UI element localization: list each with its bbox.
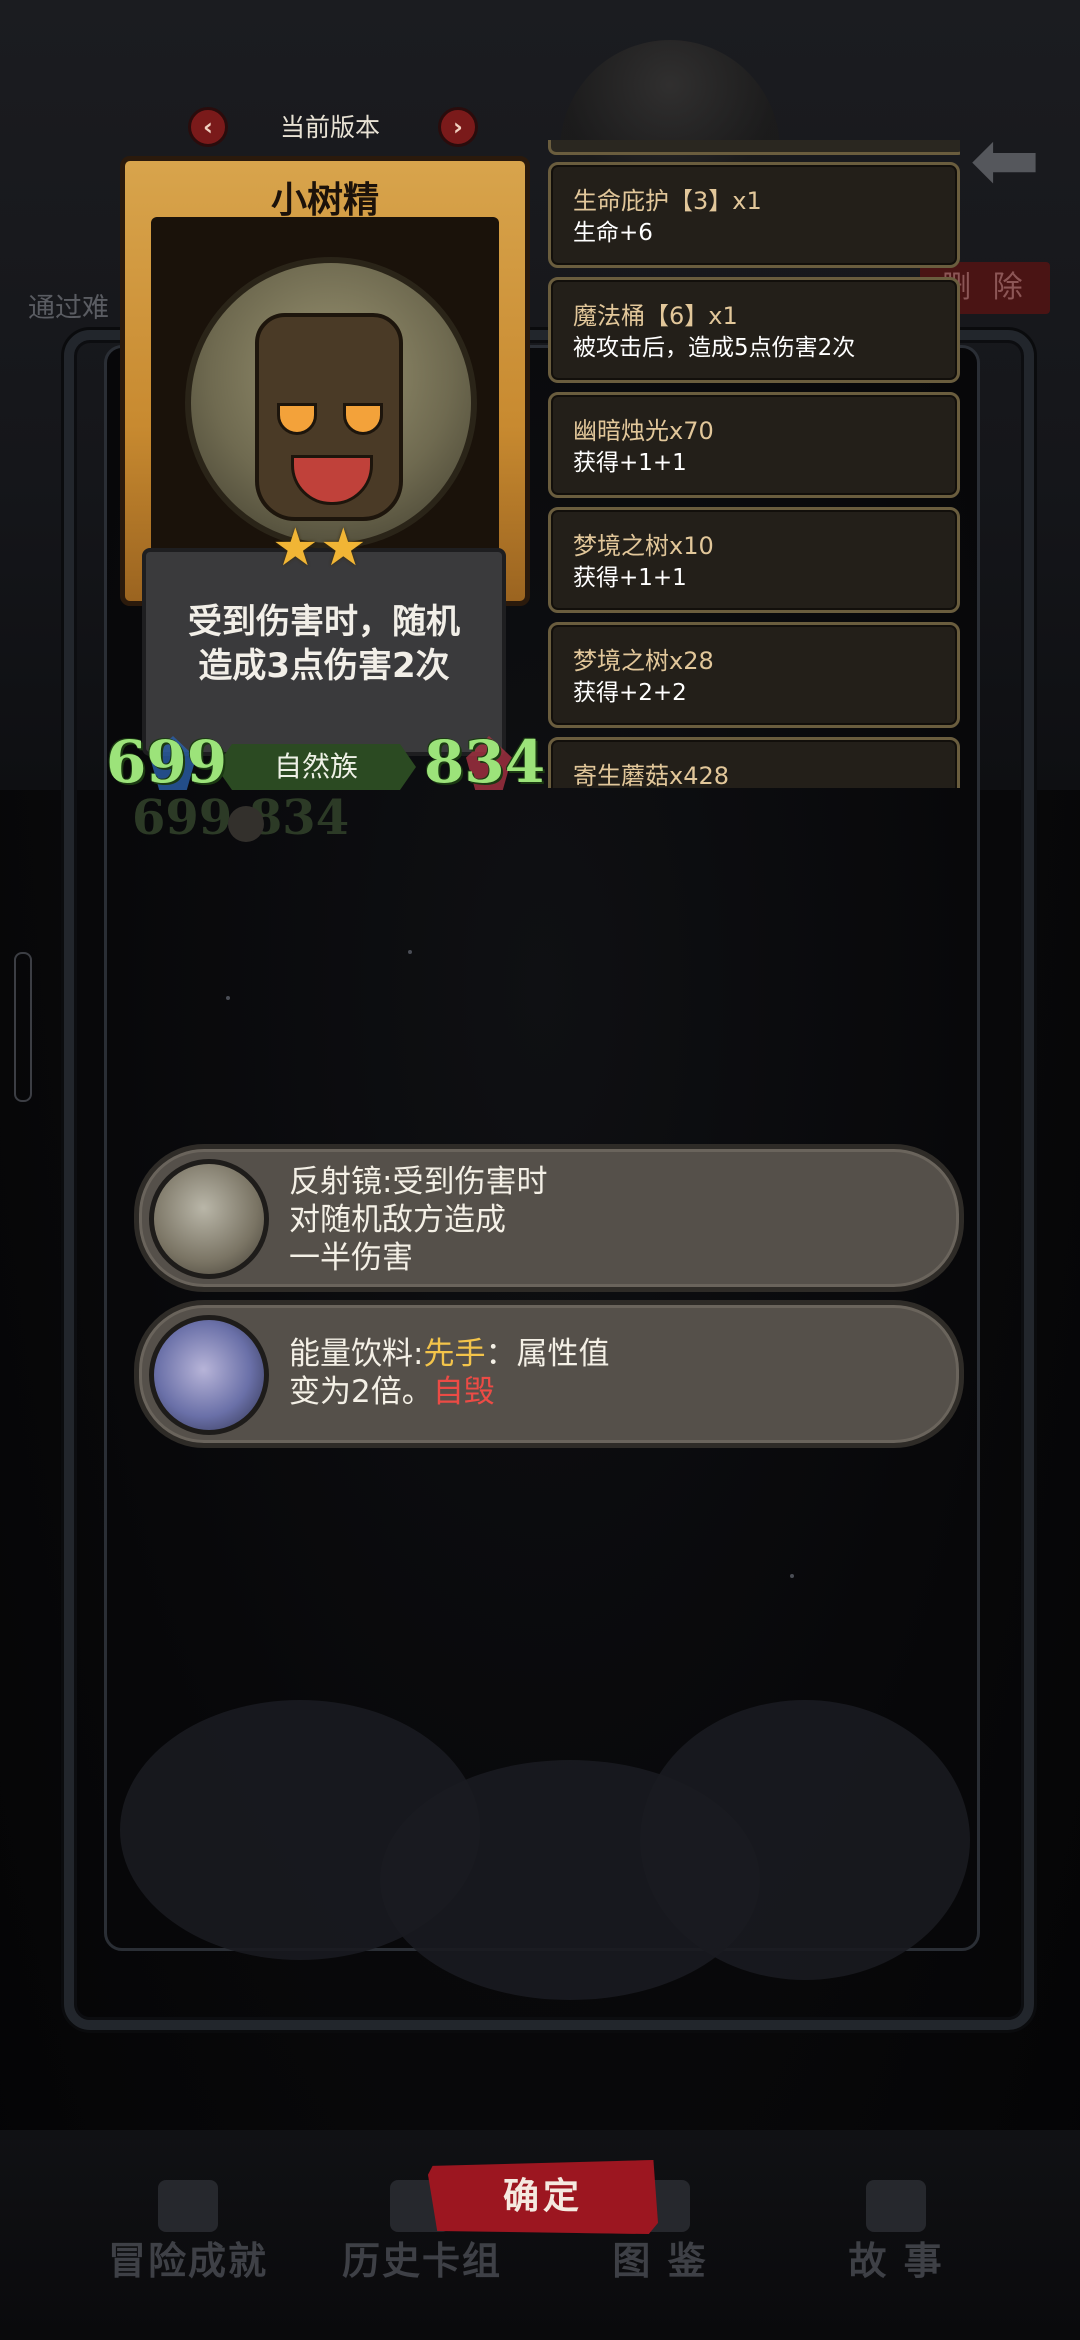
version-label: 当前版本 — [279, 113, 380, 142]
relic-line: 能量饮料:先手：属性值 — [289, 1335, 929, 1373]
card-description: 受到伤害时，随机 造成3点伤害2次 — [146, 600, 502, 688]
mirror-icon — [149, 1159, 269, 1279]
relic-name: 能量饮料: — [289, 1336, 424, 1372]
relic-text-line2: 变为2倍。 — [289, 1374, 433, 1410]
card-art — [151, 217, 499, 567]
back-arrow-icon[interactable]: ⬅ — [970, 118, 1040, 202]
keyword-first-strike: 先手 — [423, 1336, 486, 1372]
nav-achievements[interactable]: 冒险成就 — [88, 2230, 288, 2285]
card-description-line2: 造成3点伤害2次 — [198, 646, 450, 686]
version-next-button[interactable]: › — [438, 107, 478, 147]
card-title: 小树精 — [270, 180, 379, 221]
relic-description: 能量饮料:先手：属性值 变为2倍。自毁 — [289, 1335, 929, 1411]
list-item: 梦境之树x28 获得+2+2 — [548, 622, 960, 728]
effect-desc: 获得+1+1 — [573, 450, 687, 476]
effect-desc: 获得+1+1 — [573, 565, 687, 591]
difficulty-label: 通过难 — [28, 293, 109, 324]
cloud-decoration — [640, 1700, 970, 1980]
race-label: 自然族 — [273, 750, 358, 783]
trophy-icon — [158, 2180, 218, 2232]
list-item: 寄生蘑菇x428 — [548, 737, 960, 788]
effect-desc: 被攻击后，造成5点伤害2次 — [573, 335, 856, 361]
effect-name: 寄生蘑菇x428 — [573, 762, 730, 788]
list-item: 魔法桶【6】x1 被攻击后，造成5点伤害2次 — [548, 277, 960, 383]
effect-desc: 生命+6 — [573, 220, 653, 246]
eye-icon — [277, 403, 317, 435]
effect-name: 魔法桶【6】x1 — [573, 302, 738, 330]
effect-name: 梦境之树x10 — [573, 532, 714, 560]
game-screen: ⬅ 删 除 通过难 ‹ 当前版本 › 小树精 受到伤害时，随机 造成3点伤害2次… — [0, 0, 1080, 2340]
card-footer: 自然族 699 834 — [106, 728, 545, 796]
relic-description: 反射镜:受到伤害时 对随机敌方造成 一半伤害 — [289, 1163, 929, 1277]
star-dot — [226, 996, 230, 1000]
nav-codex[interactable]: 图 鉴 — [560, 2230, 760, 2285]
relic-line: 反射镜:受到伤害时 — [289, 1164, 548, 1200]
attack-value: 699 — [106, 728, 228, 796]
star-dot — [790, 1574, 794, 1578]
story-icon — [866, 2180, 926, 2232]
effect-name: 梦境之树x28 — [573, 647, 714, 675]
list-item: 梦境之树x10 获得+1+1 — [548, 507, 960, 613]
relic-line: 变为2倍。自毁 — [289, 1373, 929, 1411]
relic-row-mirror[interactable]: 反射镜:受到伤害时 对随机敌方造成 一半伤害 — [134, 1144, 964, 1292]
nav-story[interactable]: 故 事 — [796, 2230, 996, 2285]
star-icon: ★ — [272, 518, 319, 578]
keyword-self-destruct: 自毁 — [432, 1374, 495, 1410]
star-dot — [408, 950, 412, 954]
minion-card: 小树精 受到伤害时，随机 造成3点伤害2次 ★ ★ 自然族 699 834 — [106, 156, 545, 796]
star-icon: ★ — [320, 518, 367, 578]
effects-list[interactable]: 生命庇护【3】x1 生命+6 魔法桶【6】x1 被攻击后，造成5点伤害2次 幽暗… — [548, 140, 960, 788]
confirm-button[interactable]: 确定 — [428, 2160, 658, 2234]
scrollbar — [14, 952, 32, 1102]
treant-portrait — [255, 313, 403, 521]
effect-name: 幽暗烛光x70 — [573, 417, 714, 445]
skull-icon — [228, 806, 264, 842]
list-item: 生命庇护【3】x1 生命+6 — [548, 162, 960, 268]
relic-row-energy-drink[interactable]: 能量饮料:先手：属性值 变为2倍。自毁 — [134, 1300, 964, 1448]
health-value: 834 — [424, 728, 546, 796]
relic-line: 一半伤害 — [289, 1240, 413, 1276]
card-description-box: 受到伤害时，随机 造成3点伤害2次 — [142, 548, 506, 756]
relic-line: 对随机敌方造成 — [289, 1202, 506, 1238]
energy-drink-icon — [149, 1315, 269, 1435]
mouth-icon — [291, 455, 373, 505]
card-description-line1: 受到伤害时，随机 — [188, 602, 460, 642]
list-item-partial — [548, 140, 960, 155]
effect-name: 生命庇护【3】x1 — [573, 187, 762, 215]
nav-history-decks[interactable]: 历史卡组 — [322, 2230, 522, 2285]
list-item: 幽暗烛光x70 获得+1+1 — [548, 392, 960, 498]
relic-text-middle: ：属性值 — [485, 1336, 610, 1372]
eye-icon — [343, 403, 383, 435]
effect-desc: 获得+2+2 — [573, 680, 687, 706]
version-prev-button[interactable]: ‹ — [188, 107, 228, 147]
